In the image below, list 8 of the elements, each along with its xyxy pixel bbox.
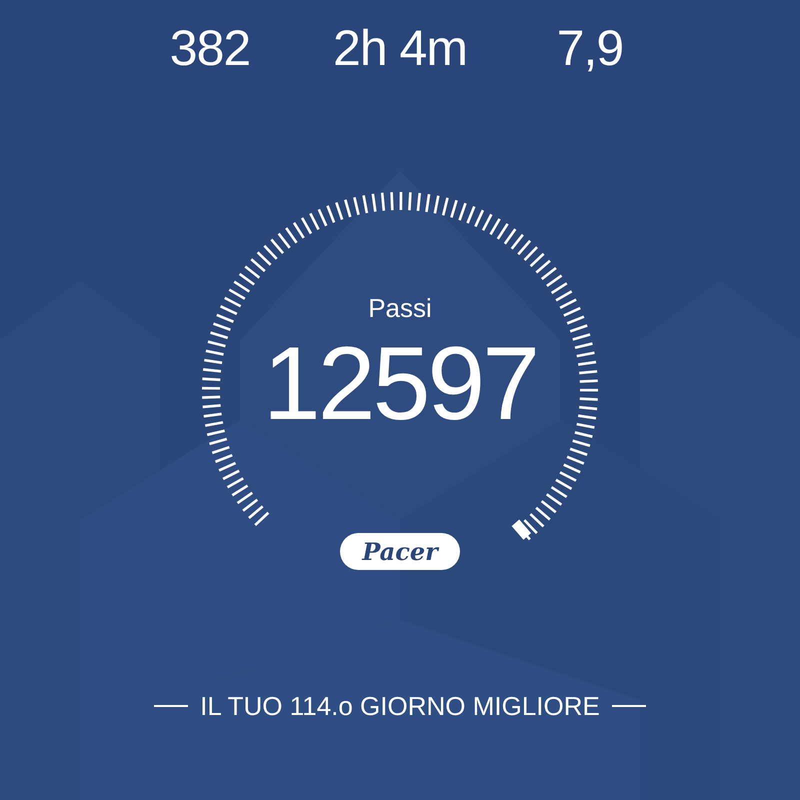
stat-value: 7,9 xyxy=(556,19,624,78)
step-count: 12597 xyxy=(262,328,538,440)
stat-value: 2h 4m xyxy=(332,19,468,78)
logo-badge: Pacer xyxy=(340,533,460,570)
best-day-text: IL TUO 114.o GIORNO MIGLIORE xyxy=(200,690,600,722)
progress-marker xyxy=(512,520,532,540)
stat-value: 382 xyxy=(168,19,252,78)
gauge-label: Passi xyxy=(368,292,432,324)
